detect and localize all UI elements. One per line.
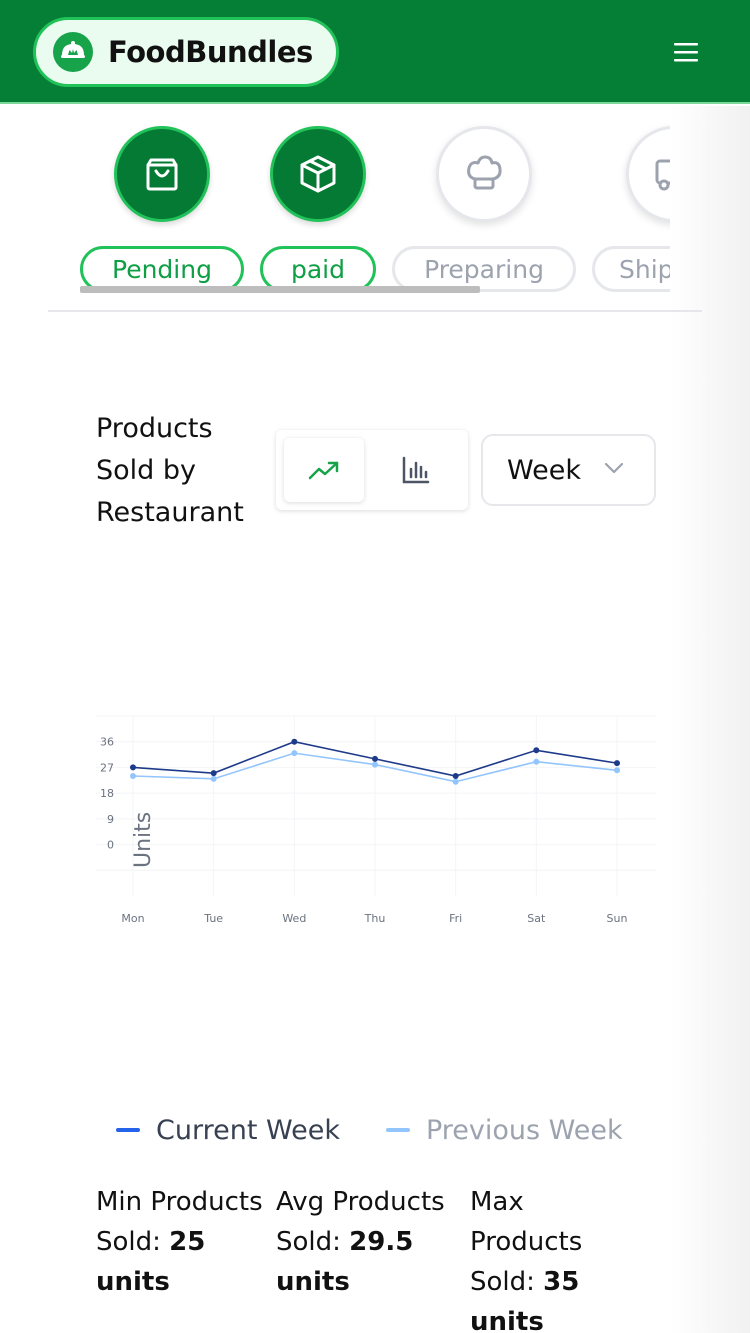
data-point-current-week [452, 773, 459, 779]
y-tick-label: 9 [107, 813, 114, 826]
data-point-previous-week [372, 761, 378, 768]
period-select-value: Week [507, 454, 581, 486]
brand-logo-pill[interactable]: FoodBundles [33, 17, 339, 87]
data-point-current-week [210, 770, 217, 777]
stepper-scrollbar[interactable] [80, 286, 480, 293]
delivery-truck-icon[interactable] [626, 126, 670, 222]
data-point-previous-week [291, 750, 298, 757]
legend-swatch-current-week [116, 1128, 140, 1132]
chef-hat-icon[interactable] [436, 126, 532, 222]
data-point-current-week [372, 755, 378, 762]
x-axis-ticks: Mon Tue Wed Thu Fri Sat Sun [121, 912, 627, 925]
period-select[interactable]: Week [481, 434, 656, 506]
data-point-current-week [130, 764, 136, 771]
app-header: FoodBundles [0, 0, 750, 104]
y-tick-label: 36 [100, 736, 114, 749]
data-point-previous-week [533, 758, 540, 765]
chart-type-toggle [276, 430, 468, 510]
products-sold-line-chart: 0 9 18 27 36 Mon Tue Wed Thu Fri Sat Sun Units [96, 715, 656, 925]
x-tick-label: Tue [203, 912, 223, 925]
x-tick-label: Wed [282, 912, 306, 925]
trending-up-icon [308, 461, 339, 480]
data-point-current-week [533, 747, 540, 754]
data-point-previous-week [452, 778, 459, 785]
y-tick-label: 0 [107, 839, 114, 852]
hamburger-menu-icon[interactable] [668, 36, 704, 68]
min-products-stat: Min Products Sold: 25 units [96, 1182, 276, 1302]
x-tick-label: Sat [527, 912, 546, 925]
y-axis-label: Units [131, 812, 156, 868]
y-tick-label: 18 [100, 787, 114, 800]
legend-label-current-week: Current Week [156, 1114, 340, 1146]
data-point-previous-week [614, 767, 620, 774]
chevron-down-icon [604, 462, 624, 474]
bar-chart-toggle-button[interactable] [376, 438, 456, 502]
page-edge-shadow [670, 106, 750, 1333]
brand-name: FoodBundles [108, 35, 313, 69]
legend-swatch-previous-week [385, 1128, 410, 1132]
bar-chart-icon [402, 456, 430, 484]
max-products-stat: Max Products Sold: 35 units [470, 1182, 630, 1333]
line-chart-toggle-button[interactable] [284, 438, 364, 502]
avg-products-stat: Avg Products Sold: 29.5 units [276, 1182, 470, 1302]
legend-item-current-week[interactable]: Current Week [116, 1115, 340, 1146]
y-axis-ticks: 0 9 18 27 36 [100, 736, 114, 852]
x-tick-label: Sun [607, 912, 628, 925]
data-point-current-week [291, 738, 298, 745]
x-tick-label: Mon [121, 912, 144, 925]
data-point-previous-week [130, 773, 136, 779]
data-point-previous-week [210, 775, 217, 782]
shopping-bag-icon[interactable] [114, 126, 210, 222]
x-tick-label: Fri [449, 912, 462, 925]
chart-legend: Current Week Previous Week [116, 1110, 669, 1150]
food-cover-icon [53, 32, 93, 72]
package-box-icon[interactable] [270, 126, 366, 222]
legend-item-previous-week[interactable]: Previous Week [385, 1114, 623, 1146]
status-pill-shipped[interactable]: Ship [592, 246, 670, 292]
section-divider [48, 310, 702, 312]
chart-grid [96, 715, 656, 896]
chart-title: Products Sold by Restaurant [96, 413, 244, 528]
y-tick-label: 27 [100, 761, 114, 774]
legend-label-previous-week: Previous Week [425, 1114, 623, 1146]
order-status-stepper: Pending paid Preparing Ship [48, 106, 670, 296]
x-tick-label: Thu [364, 912, 386, 925]
data-point-current-week [614, 760, 620, 767]
